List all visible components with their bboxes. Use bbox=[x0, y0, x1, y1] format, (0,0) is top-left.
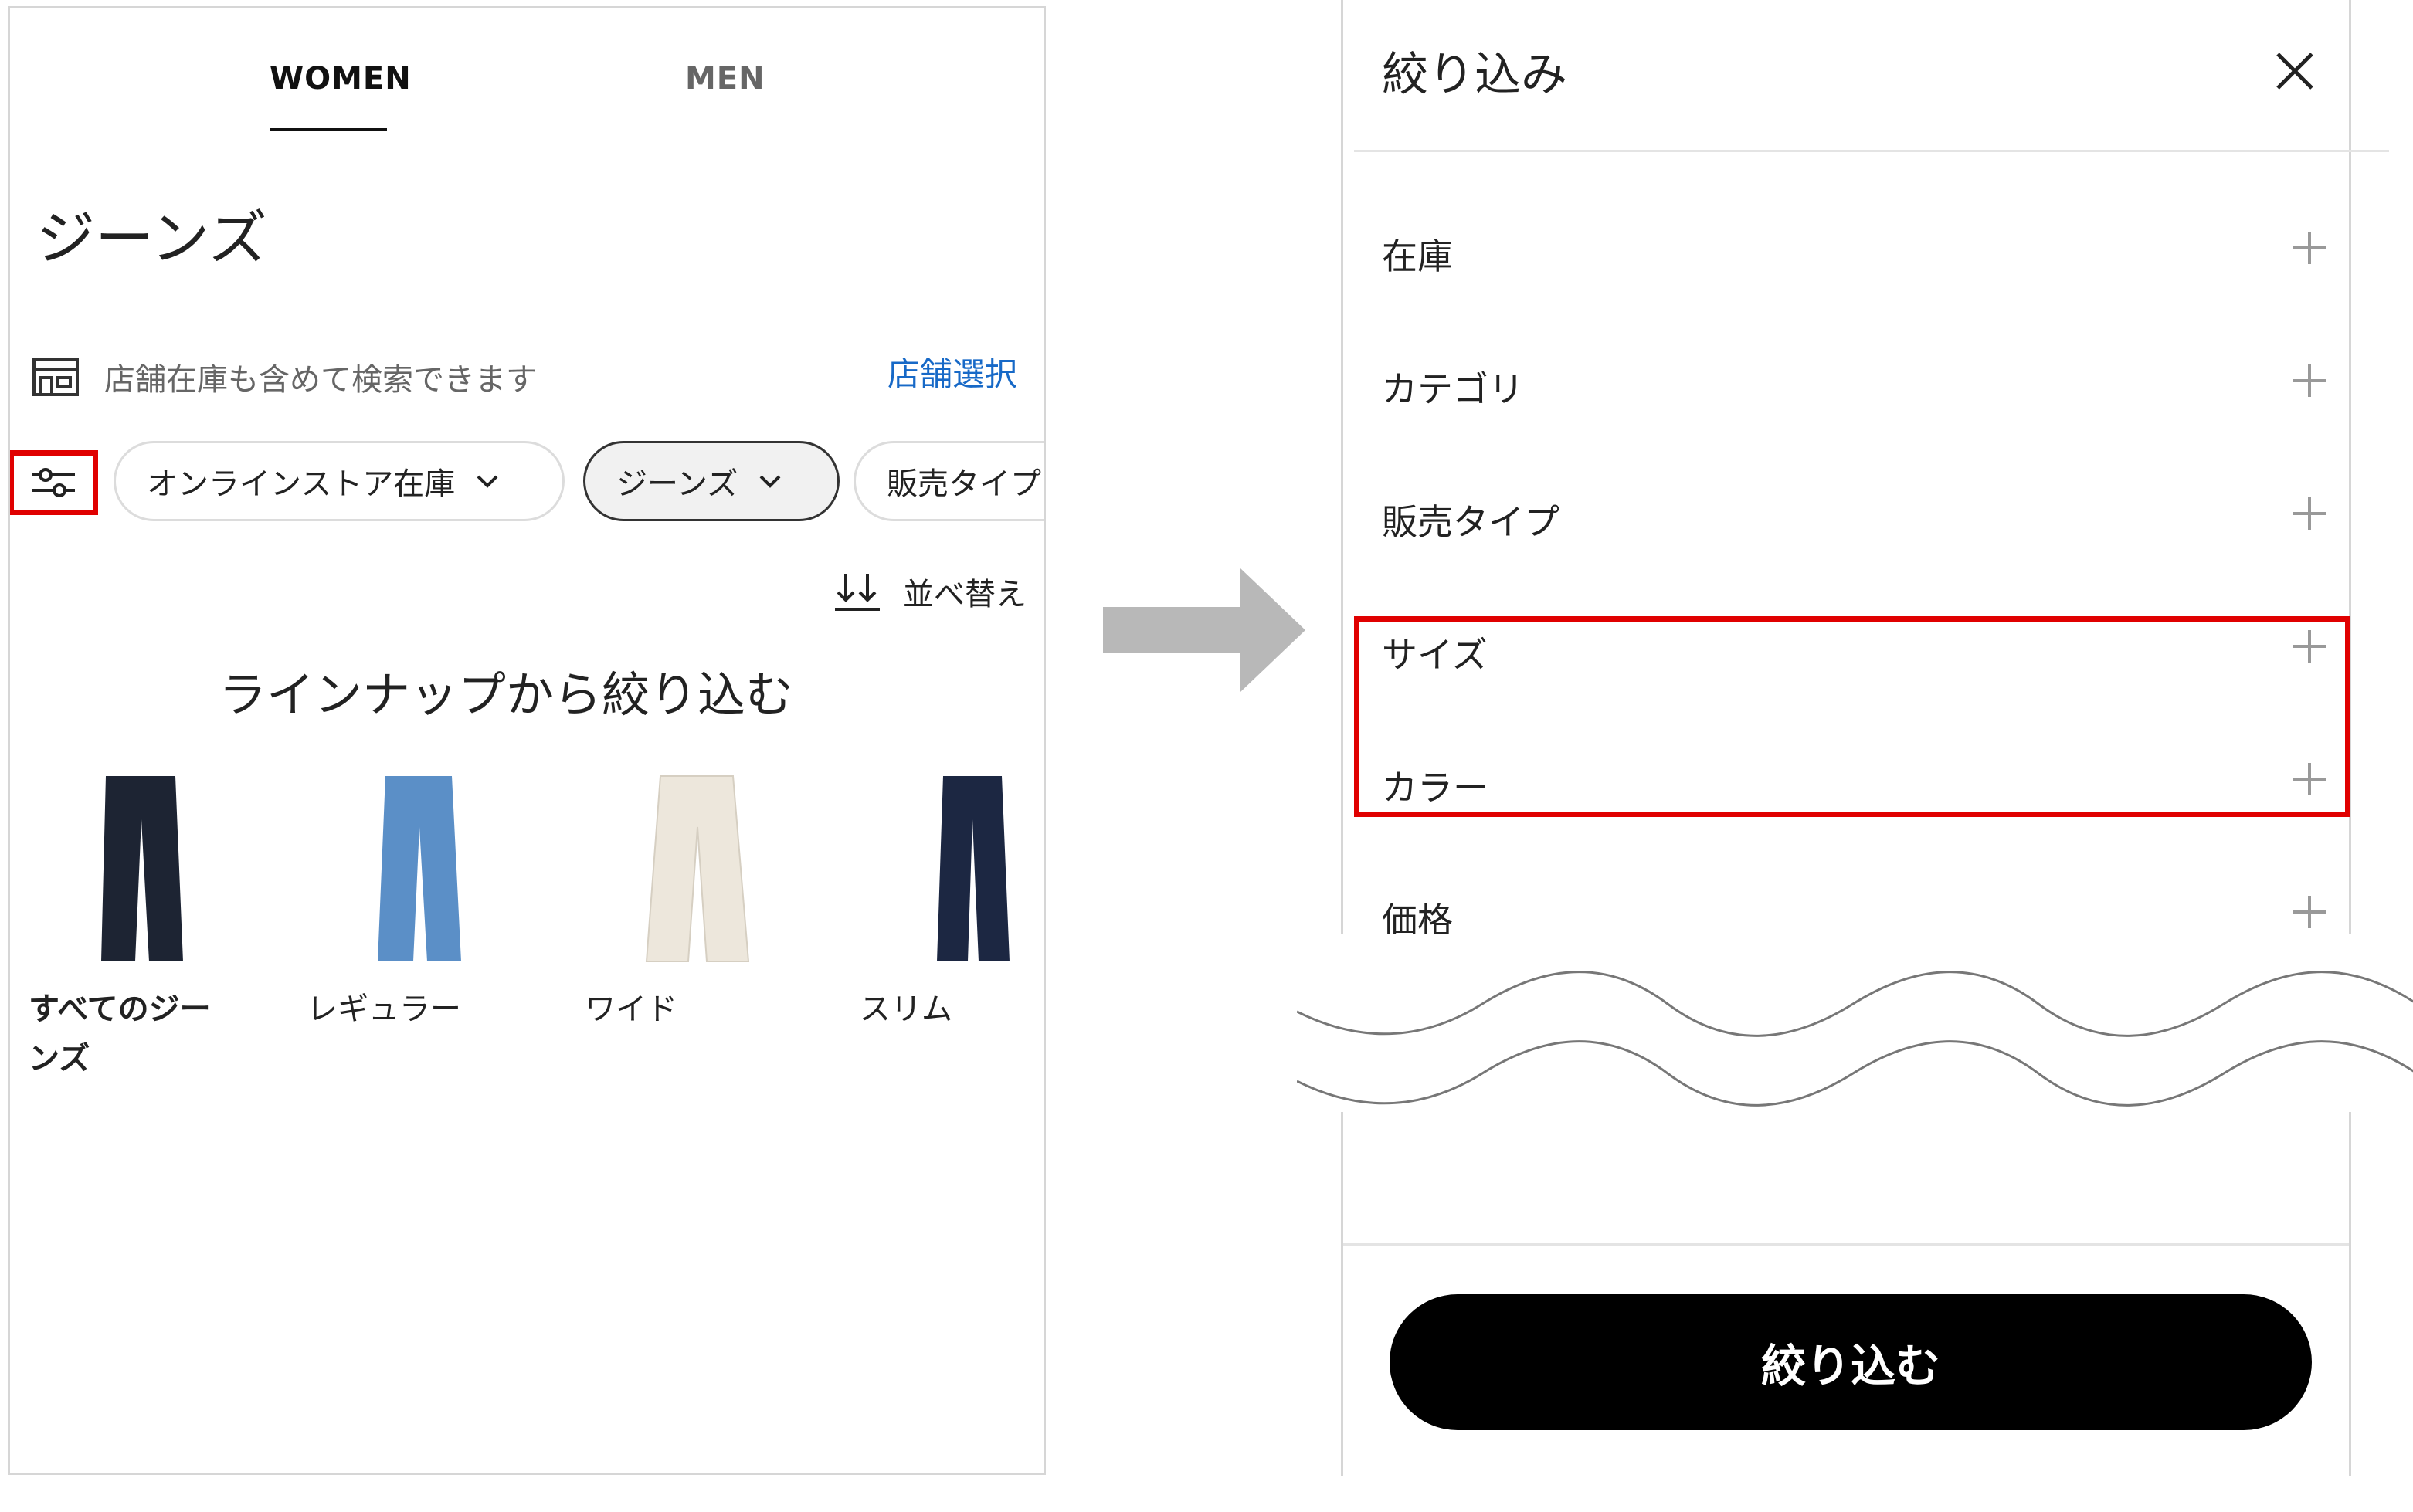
filter-chip-jeans[interactable]: ジーンズ bbox=[583, 441, 840, 521]
product-card-all-jeans[interactable]: すべてのジーンズ bbox=[29, 773, 260, 1083]
tab-men[interactable]: MEN bbox=[685, 61, 765, 97]
product-listing-screen: WOMEN MEN ジーンズ 店舗在庫も含めて検索できます 店舗選択 オンライン… bbox=[8, 6, 1046, 1475]
divider bbox=[1354, 150, 2389, 152]
filter-chip-label: 販売タイプ bbox=[887, 466, 1041, 502]
highlight-box bbox=[1354, 616, 2350, 817]
apply-filter-button[interactable]: 絞り込む bbox=[1390, 1294, 2312, 1430]
filter-panel: 絞り込み 在庫 カテゴリ 販売タイプ サイズ カラー 価格 絞り込む bbox=[1296, 0, 2413, 1476]
product-card-wide[interactable]: ワイド bbox=[585, 773, 816, 1034]
close-icon[interactable] bbox=[2275, 51, 2315, 91]
lineup-heading: ラインナップから絞り込む bbox=[219, 666, 794, 723]
divider bbox=[1343, 1243, 2349, 1246]
plus-icon bbox=[2293, 364, 2326, 397]
jeans-image bbox=[378, 776, 461, 961]
product-label: ワイド bbox=[585, 992, 677, 1027]
store-select-link[interactable]: 店舗選択 bbox=[887, 348, 1017, 395]
filter-chip-sales-type[interactable]: 販売タイプ bbox=[854, 441, 1044, 521]
sort-icon bbox=[835, 574, 880, 611]
product-card-slim[interactable]: スリム bbox=[860, 773, 1044, 1034]
sort-label: 並べ替え bbox=[903, 577, 1027, 612]
omission-break bbox=[1296, 934, 2413, 1112]
product-card-regular[interactable]: レギュラー bbox=[307, 773, 538, 1034]
facet-label: 販売タイプ bbox=[1382, 501, 1559, 543]
arrow-right-icon bbox=[1103, 568, 1305, 692]
page-title: ジーンズ bbox=[36, 204, 267, 273]
jeans-image bbox=[101, 776, 183, 961]
store-icon bbox=[32, 358, 79, 396]
plus-icon bbox=[2293, 232, 2326, 264]
wavy-break-lines bbox=[1296, 971, 2413, 1107]
filter-panel-title: 絞り込み bbox=[1382, 48, 1567, 102]
filter-chip-label: オンラインストア在庫 bbox=[147, 466, 456, 502]
facet-label: カテゴリ bbox=[1382, 368, 1524, 410]
jeans-image bbox=[645, 775, 750, 962]
facet-stock[interactable]: 在庫 bbox=[1382, 229, 2327, 283]
jeans-image bbox=[937, 776, 1010, 961]
comparison-canvas: WOMEN MEN ジーンズ 店舗在庫も含めて検索できます 店舗選択 オンライン… bbox=[0, 0, 2413, 1512]
chevron-down-icon bbox=[759, 475, 781, 488]
sort-button[interactable]: 並べ替え bbox=[833, 569, 1027, 614]
active-tab-indicator bbox=[270, 128, 387, 131]
filter-chip-online-stock[interactable]: オンラインストア在庫 bbox=[114, 441, 565, 521]
facet-sales-type[interactable]: 販売タイプ bbox=[1382, 494, 2327, 548]
plus-icon bbox=[2293, 896, 2326, 928]
store-inventory-notice: 店舗在庫も含めて検索できます bbox=[104, 362, 537, 398]
tab-women[interactable]: WOMEN bbox=[270, 61, 412, 97]
product-label: すべてのジーンズ bbox=[29, 992, 211, 1076]
product-label: スリム bbox=[860, 992, 952, 1027]
facet-category[interactable]: カテゴリ bbox=[1382, 361, 2327, 415]
filter-chip-label: ジーンズ bbox=[616, 466, 738, 502]
filter-button[interactable] bbox=[10, 450, 98, 515]
product-label: レギュラー bbox=[307, 992, 461, 1027]
plus-icon bbox=[2293, 497, 2326, 530]
chevron-down-icon bbox=[477, 475, 498, 488]
filter-sliders-icon bbox=[32, 468, 75, 497]
facet-label: 在庫 bbox=[1382, 236, 1453, 277]
